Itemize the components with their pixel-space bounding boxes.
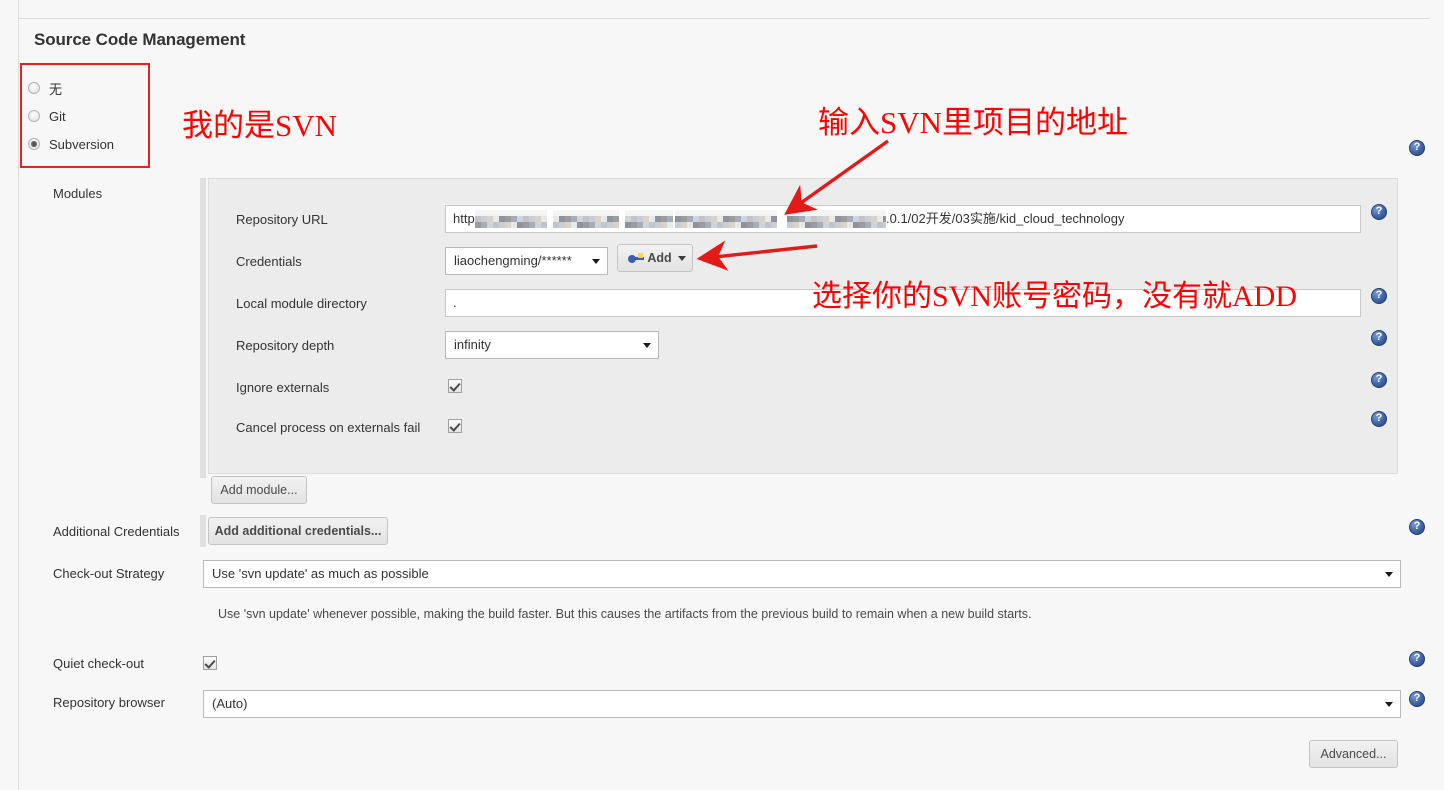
- quiet-checkout-label: Quiet check-out: [53, 656, 145, 671]
- help-question-icon[interactable]: [1409, 691, 1425, 707]
- repository-url-redaction: [475, 209, 886, 229]
- repository-url-value-head: http: [453, 211, 475, 226]
- radio-scm-git[interactable]: Git: [28, 102, 150, 130]
- field-row-ignore-externals: Ignore externals: [209, 373, 1397, 405]
- field-row-local-module-directory: Local module directory .: [209, 289, 1397, 321]
- modules-row-rail: [200, 178, 206, 478]
- field-row-repository-url: Repository URL http .0.1/02开发/03实施/kid_cl…: [209, 205, 1397, 237]
- help-question-icon[interactable]: [1371, 204, 1387, 220]
- local-module-directory-label: Local module directory: [236, 296, 367, 311]
- credentials-selected-value: liaochengming/******: [454, 253, 572, 268]
- chevron-down-icon: [1385, 702, 1393, 707]
- field-row-repository-depth: Repository depth infinity: [209, 331, 1397, 363]
- help-question-icon[interactable]: [1409, 651, 1425, 667]
- additional-credentials-label: Additional Credentials: [53, 524, 180, 539]
- radio-dot-none[interactable]: [28, 82, 40, 94]
- checkout-strategy-help-text: Use 'svn update' whenever possible, maki…: [218, 607, 1032, 621]
- add-additional-credentials-label: Add additional credentials...: [214, 523, 382, 538]
- help-question-icon[interactable]: [1409, 519, 1425, 535]
- field-row-credentials: Credentials liaochengming/******: [209, 247, 1397, 279]
- repository-browser-select[interactable]: (Auto): [203, 690, 1401, 718]
- repository-url-input[interactable]: http .0.1/02开发/03实施/kid_cloud_technology: [445, 205, 1361, 233]
- modules-label: Modules: [53, 186, 103, 201]
- help-question-icon[interactable]: [1371, 330, 1387, 346]
- additional-credentials-row-rail: [200, 515, 206, 547]
- repository-browser-label: Repository browser: [53, 695, 165, 710]
- repository-browser-selected-value: (Auto): [212, 696, 248, 711]
- repository-url-label: Repository URL: [236, 212, 328, 227]
- add-module-label: Add module...: [220, 482, 298, 497]
- help-question-icon[interactable]: [1409, 140, 1425, 156]
- page-root: Source Code Management 无 Git Subversion …: [0, 0, 1444, 790]
- cancel-process-label: Cancel process on externals fail: [236, 420, 421, 435]
- cancel-process-checkbox[interactable]: [448, 419, 462, 433]
- local-module-directory-value: .: [453, 295, 457, 310]
- chevron-down-icon: [677, 255, 686, 261]
- repository-url-value-tail: .0.1/02开发/03实施/kid_cloud_technology: [886, 211, 1125, 226]
- credentials-label: Credentials: [236, 254, 302, 269]
- chevron-down-icon: [1385, 572, 1393, 577]
- quiet-checkout-checkbox[interactable]: [203, 656, 217, 670]
- modules-panel: Repository URL http .0.1/02开发/03实施/kid_cl…: [208, 178, 1398, 474]
- advanced-button[interactable]: Advanced...: [1309, 740, 1398, 768]
- ignore-externals-checkbox[interactable]: [448, 379, 462, 393]
- chevron-down-icon: [592, 259, 600, 264]
- add-credentials-button[interactable]: Add: [617, 244, 693, 272]
- checkout-strategy-select[interactable]: Use 'svn update' as much as possible: [203, 560, 1401, 588]
- radio-label-none: 无: [49, 81, 63, 97]
- repository-depth-select[interactable]: infinity: [445, 331, 659, 359]
- radio-scm-none[interactable]: 无: [28, 74, 150, 102]
- help-question-icon[interactable]: [1371, 372, 1387, 388]
- checkout-strategy-label: Check-out Strategy: [53, 566, 165, 581]
- radio-dot-git[interactable]: [28, 110, 40, 122]
- credentials-select[interactable]: liaochengming/******: [445, 247, 608, 275]
- add-module-button[interactable]: Add module...: [211, 476, 307, 504]
- radio-scm-subversion[interactable]: Subversion: [28, 130, 150, 158]
- ignore-externals-label: Ignore externals: [236, 380, 330, 395]
- radio-dot-subversion[interactable]: [28, 138, 40, 150]
- repository-depth-selected-value: infinity: [454, 337, 491, 352]
- radio-label-git: Git: [49, 108, 66, 124]
- advanced-button-label: Advanced...: [1320, 746, 1387, 761]
- chevron-down-icon: [643, 343, 651, 348]
- add-credentials-label: Add: [647, 250, 672, 265]
- scm-radio-group: 无 Git Subversion: [28, 74, 150, 158]
- top-divider: [19, 18, 1429, 19]
- key-icon: [628, 252, 645, 264]
- field-row-cancel-process-on-externals-fail: Cancel process on externals fail: [209, 413, 1397, 445]
- repository-depth-label: Repository depth: [236, 338, 335, 353]
- radio-label-subversion: Subversion: [49, 136, 115, 152]
- help-question-icon[interactable]: [1371, 288, 1387, 304]
- local-module-directory-input[interactable]: .: [445, 289, 1361, 317]
- page-title: Source Code Management: [34, 30, 246, 49]
- checkout-strategy-selected-value: Use 'svn update' as much as possible: [212, 566, 429, 581]
- help-question-icon[interactable]: [1371, 411, 1387, 427]
- add-additional-credentials-button[interactable]: Add additional credentials...: [208, 517, 388, 545]
